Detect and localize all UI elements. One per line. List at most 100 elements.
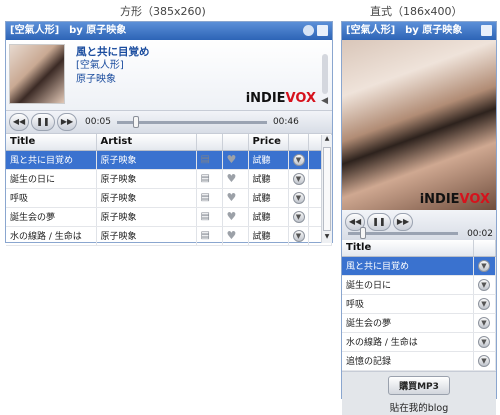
download-icon[interactable]: ▼: [473, 294, 496, 314]
vertical-transport-controls: ◀◀ ❚❚ ▶▶ 00:02: [342, 210, 496, 240]
list-item-title[interactable]: 風と共に目覚め: [342, 256, 474, 276]
vertical-progress-bar[interactable]: [348, 227, 458, 239]
scroll-thumb[interactable]: [323, 147, 331, 231]
artist-name: 原子映象: [76, 74, 116, 85]
buy-mp3-button[interactable]: 購買MP3: [388, 375, 450, 395]
vertical-player-title: [空氣人形] by 原子映象: [346, 25, 463, 36]
song-title: 風と共に目覚め: [76, 46, 150, 58]
list-item[interactable]: 誕生の日に ▼: [342, 275, 496, 295]
heart-icon[interactable]: ♥: [222, 188, 249, 208]
row-title[interactable]: 誕生会の夢: [6, 207, 97, 227]
lyrics-icon[interactable]: ▤: [196, 150, 223, 170]
row-artist: 原子映象: [96, 226, 197, 246]
vertical-album-cover: iNDIEVOX: [342, 40, 496, 210]
download-icon[interactable]: ▼: [288, 188, 309, 208]
progress-knob[interactable]: [360, 227, 367, 239]
row-title[interactable]: 風と共に目覚め: [6, 150, 97, 170]
indievox-logo: iNDIEVOX: [419, 192, 490, 207]
row-artist: 原子映象: [96, 169, 197, 189]
download-icon[interactable]: ▼: [473, 313, 496, 333]
table-row[interactable]: 誕生の日に 原子映象 ▤ ♥ 試聽 ▼: [6, 169, 332, 189]
col-lyrics: [196, 134, 223, 151]
lyrics-icon[interactable]: ▤: [196, 169, 223, 189]
vertical-footer: 購買MP3 貼在我的blog: [342, 370, 496, 415]
row-title[interactable]: 呼吸: [6, 188, 97, 208]
table-scrollbar[interactable]: ▲ ▼: [321, 135, 332, 243]
col-title[interactable]: Title: [6, 134, 97, 151]
progress-bar[interactable]: [116, 115, 267, 128]
lyrics-icon[interactable]: ▤: [196, 188, 223, 208]
row-price[interactable]: 試聽: [248, 226, 289, 246]
list-item[interactable]: 風と共に目覚め ▼: [342, 256, 496, 276]
square-player-widget: [空氣人形] by 原子映象 風と共に目覚め [空氣人形] 原子映象 iNDIE…: [5, 21, 333, 246]
list-item-title[interactable]: 呼吸: [342, 294, 474, 314]
square-caption: 方形（385x260): [120, 5, 206, 18]
progress-knob[interactable]: [133, 115, 140, 128]
row-title[interactable]: 誕生の日に: [6, 169, 97, 189]
transport-controls: ◀◀ ❚❚ ▶▶ 00:05 00:46: [6, 110, 332, 134]
indievox-logo: iNDIEVOX: [245, 91, 316, 106]
heart-icon[interactable]: ♥: [222, 226, 249, 246]
player-header: [空氣人形] by 原子映象: [6, 22, 332, 40]
download-icon[interactable]: ▼: [288, 169, 309, 189]
row-price[interactable]: 試聽: [248, 169, 289, 189]
vertical-track-list: Title 風と共に目覚め ▼ 誕生の日に ▼ 呼吸 ▼ 誕生会の夢 ▼ 水の線路 / …: [342, 240, 496, 371]
now-playing-panel: 風と共に目覚め [空氣人形] 原子映象 iNDIEVOX ◀: [6, 40, 332, 110]
row-artist: 原子映象: [96, 207, 197, 227]
row-price[interactable]: 試聽: [248, 150, 289, 170]
row-price[interactable]: 試聽: [248, 188, 289, 208]
forward-icon[interactable]: ▶▶: [393, 213, 413, 231]
list-item-title[interactable]: 水の線路 / 生命は: [342, 332, 474, 352]
download-icon[interactable]: ▼: [288, 226, 309, 246]
elapsed-time: 00:05: [85, 117, 111, 127]
window-icon[interactable]: [317, 25, 328, 36]
download-icon[interactable]: ▼: [473, 256, 496, 276]
list-item[interactable]: 呼吸 ▼: [342, 294, 496, 314]
heart-icon[interactable]: ♥: [222, 169, 249, 189]
window-icon[interactable]: [481, 25, 492, 36]
lyrics-icon[interactable]: ▤: [196, 207, 223, 227]
lyrics-icon[interactable]: ▤: [196, 226, 223, 246]
table-row[interactable]: 水の線路 / 生命は 原子映象 ▤ ♥ 試聽 ▼: [6, 226, 332, 246]
forward-icon[interactable]: ▶▶: [57, 113, 77, 131]
list-item[interactable]: 誕生会の夢 ▼: [342, 313, 496, 333]
heart-icon[interactable]: ♥: [222, 150, 249, 170]
volume-slider[interactable]: [322, 54, 328, 94]
list-item-title[interactable]: 誕生会の夢: [342, 313, 474, 333]
heart-icon[interactable]: ♥: [222, 207, 249, 227]
table-row[interactable]: 呼吸 原子映象 ▤ ♥ 試聽 ▼: [6, 188, 332, 208]
remaining-time: 00:46: [272, 117, 299, 127]
info-icon[interactable]: [303, 25, 314, 36]
row-title[interactable]: 水の線路 / 生命は: [6, 226, 97, 246]
col-fav: [222, 134, 249, 151]
row-price[interactable]: 試聽: [248, 207, 289, 227]
rewind-icon[interactable]: ◀◀: [9, 113, 29, 131]
scroll-up-icon[interactable]: ▲: [322, 135, 332, 145]
list-item[interactable]: 追憶の記録 ▼: [342, 351, 496, 371]
album-cover: [9, 44, 65, 104]
pause-icon[interactable]: ❚❚: [367, 213, 391, 231]
download-icon[interactable]: ▼: [473, 275, 496, 295]
download-icon[interactable]: ▼: [473, 351, 496, 371]
post-to-blog-link[interactable]: 貼在我的blog: [342, 400, 496, 414]
col-price[interactable]: Price: [248, 134, 289, 151]
scroll-down-icon[interactable]: ▼: [322, 233, 332, 243]
download-icon[interactable]: ▼: [473, 332, 496, 352]
list-item[interactable]: 水の線路 / 生命は ▼: [342, 332, 496, 352]
album-name: [空氣人形]: [76, 60, 124, 71]
speaker-icon[interactable]: ◀: [321, 96, 328, 106]
vertical-caption: 直式（186x400）: [370, 5, 463, 18]
vertical-player-widget: [空氣人形] by 原子映象 iNDIEVOX ◀◀ ❚❚ ▶▶ 00:02 T…: [341, 21, 497, 415]
table-row[interactable]: 風と共に目覚め 原子映象 ▤ ♥ 試聽 ▼: [6, 150, 332, 170]
table-row[interactable]: 誕生会の夢 原子映象 ▤ ♥ 試聽 ▼: [6, 207, 332, 227]
vertical-player-header: [空氣人形] by 原子映象: [342, 22, 496, 40]
pause-icon[interactable]: ❚❚: [31, 113, 55, 131]
download-icon[interactable]: ▼: [288, 150, 309, 170]
vertical-remaining-time: 00:02: [467, 229, 493, 239]
list-item-title[interactable]: 誕生の日に: [342, 275, 474, 295]
col-download: [288, 134, 309, 151]
download-icon[interactable]: ▼: [288, 207, 309, 227]
col-artist[interactable]: Artist: [96, 134, 197, 151]
col-title[interactable]: Title: [342, 240, 474, 257]
list-item-title[interactable]: 追憶の記録: [342, 351, 474, 371]
